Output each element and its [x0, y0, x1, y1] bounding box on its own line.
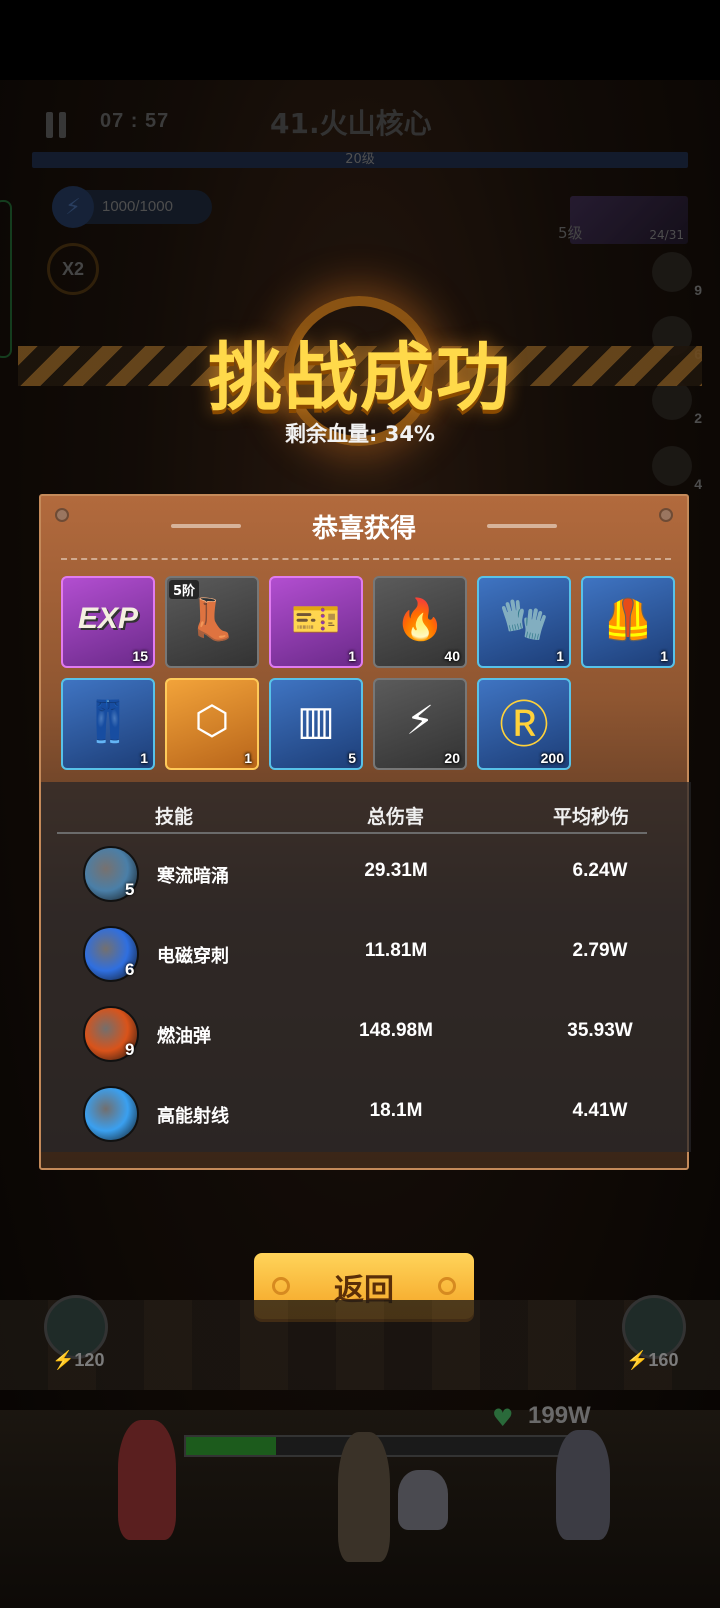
skill-avg-dps: 4.41W [572, 1100, 628, 1121]
skill-level: 6 [125, 960, 135, 979]
gloves-blueprint-icon: 🧤 [499, 596, 549, 643]
damage-stats-table[interactable]: 技能 总伤害 平均秒伤 5 寒流暗涌 29.31M 6.24W 6 电磁穿刺 11.81M 2… [41, 782, 691, 1152]
result-title: 挑战成功 [208, 335, 512, 421]
item-quantity: 15 [132, 648, 148, 664]
skill-stat-row: 9 燃油弹 148.98M 35.93W [41, 1006, 691, 1068]
orange-crate-icon: ⬡ [194, 698, 230, 744]
armor-blueprint-icon: 🦺 [603, 596, 653, 643]
reward-item[interactable]: ▥ 5 [269, 678, 363, 770]
exp-gear-icon: EXP [77, 588, 139, 650]
item-quantity: 1 [660, 648, 668, 664]
item-quantity: 1 [140, 750, 148, 766]
item-quantity: 5 [348, 750, 356, 766]
skill-stat-row: 高能射线 18.1M 4.41W [41, 1086, 691, 1148]
item-quantity: 1 [556, 648, 564, 664]
orange-chip-icon: ▥ [297, 698, 335, 744]
item-quantity: 200 [540, 750, 564, 766]
reward-item[interactable]: 🦺 1 [581, 576, 675, 668]
base-hp-value: 199W [528, 1402, 591, 1429]
reward-item[interactable]: Ⓡ 200 [477, 678, 571, 770]
skill-name: 寒流暗涌 [157, 866, 229, 887]
pants-blueprint-icon: 👖 [83, 698, 133, 745]
header-avg-dps: 平均秒伤 [553, 806, 630, 828]
skill-level: 5 [125, 880, 135, 899]
reward-panel: 恭喜获得 EXP 15 👢 5阶 🎫 1 🔥 40 🧤 1 🦺 1 👖 1 ⬡ 1 ▥ 5 ⚡ 20 Ⓡ 200 技能 总… [39, 494, 691, 1170]
skill-total-damage: 29.31M [364, 860, 428, 881]
skill-cost-right: ⚡160 [626, 1350, 679, 1370]
skill-stat-row: 6 电磁穿刺 11.81M 2.79W [41, 926, 691, 988]
item-label: EXP [77, 602, 139, 635]
reward-item[interactable]: ⚡ 20 [373, 678, 467, 770]
skill-name: 电磁穿刺 [157, 946, 229, 967]
hero-character [118, 1420, 176, 1540]
reward-items-grid: EXP 15 👢 5阶 🎫 1 🔥 40 🧤 1 🦺 1 👖 1 ⬡ 1 ▥ 5 ⚡ 20 Ⓡ 200 [61, 576, 675, 770]
skill-name: 燃油弹 [157, 1026, 211, 1047]
defense-wall [0, 1300, 720, 1390]
skill-avg-dps: 2.79W [572, 940, 628, 961]
hp-remaining: 剩余血量: 34% [285, 422, 435, 446]
reward-item[interactable]: 🧤 1 [477, 576, 571, 668]
base-hp-fill [186, 1437, 277, 1455]
header-total-damage: 总伤害 [367, 806, 425, 828]
skill-total-damage: 11.81M [364, 940, 428, 961]
reward-title: 恭喜获得 [311, 514, 416, 544]
skill-cost-left: ⚡120 [52, 1350, 105, 1370]
divider [57, 832, 647, 834]
skill-avg-dps: 6.24W [572, 860, 628, 881]
skill-name: 高能射线 [157, 1106, 229, 1127]
skill-stat-row: 5 寒流暗涌 29.31M 6.24W [41, 846, 691, 908]
robot-character [398, 1470, 448, 1530]
lightning-scroll-icon: ⚡ [405, 698, 435, 744]
skill-total-damage: 148.98M [359, 1020, 433, 1041]
item-tier: 5阶 [169, 580, 200, 599]
stats-header: 技能 总伤害 平均秒伤 [41, 802, 691, 832]
reward-item[interactable]: EXP 15 [61, 576, 155, 668]
skill-level: 9 [125, 1040, 135, 1059]
skill-avg-dps: 35.93W [567, 1020, 633, 1041]
header-skill: 技能 [155, 806, 194, 828]
item-quantity: 1 [348, 648, 356, 664]
ticket-icon: 🎫 [291, 596, 341, 643]
reward-item[interactable]: 🎫 1 [269, 576, 363, 668]
reward-item[interactable]: 👖 1 [61, 678, 155, 770]
hero-character [556, 1430, 610, 1540]
skill-total-damage: 18.1M [369, 1100, 423, 1121]
item-quantity: 20 [444, 750, 460, 766]
reward-item[interactable]: 🔥 40 [373, 576, 467, 668]
gold-coin-icon: Ⓡ [499, 696, 549, 754]
reward-item[interactable]: 👢 5阶 [165, 576, 259, 668]
item-quantity: 40 [444, 648, 460, 664]
skill-icon [83, 1086, 139, 1142]
heart-icon: ♥ [492, 1404, 514, 1432]
divider [61, 558, 671, 560]
reward-item[interactable]: ⬡ 1 [165, 678, 259, 770]
hero-character [338, 1432, 390, 1562]
item-quantity: 1 [244, 750, 252, 766]
fire-skill-scroll-icon: 🔥 [395, 596, 445, 643]
